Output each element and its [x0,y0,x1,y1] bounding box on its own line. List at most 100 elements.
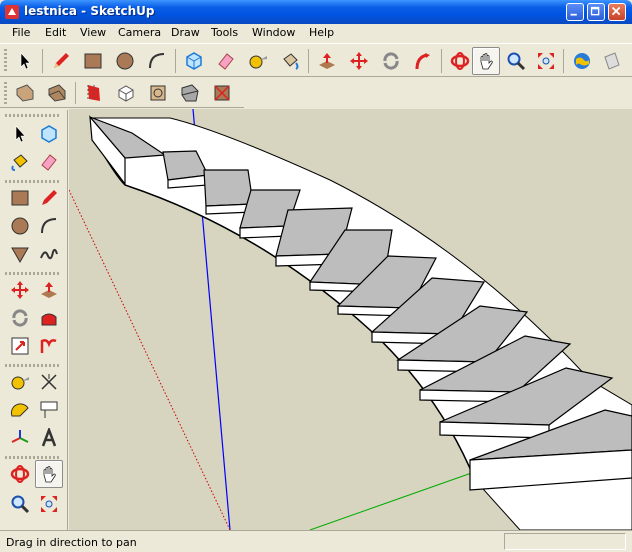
front-view-icon [214,85,230,101]
make-component-button[interactable] [180,47,208,75]
wireframe-style-button[interactable] [43,79,71,107]
rotate-tool-button[interactable] [377,47,405,75]
green-axis [309,469,481,530]
zoom-icon [507,52,526,71]
make-component-button[interactable] [35,120,63,148]
menu-draw[interactable]: Draw [171,26,200,39]
minimize-button[interactable] [566,3,584,21]
eraser-tool-button[interactable] [212,47,240,75]
menu-help[interactable]: Help [309,26,334,39]
offset-icon [40,339,57,353]
circle-tool-button[interactable] [111,47,139,75]
close-button[interactable] [608,3,626,21]
dimension-tool-button[interactable] [35,368,63,396]
freehand-icon [40,248,58,260]
follow-me-button[interactable] [35,304,63,332]
orbit-icon [10,465,30,483]
toolbar-separator [42,49,43,73]
palette-grip[interactable] [5,180,61,183]
rectangle-tool-button[interactable] [79,47,107,75]
select-tool-button[interactable] [11,47,39,75]
toolbar-separator [75,82,76,104]
orbit-tool-button[interactable] [6,460,34,488]
toolbar-separator [175,49,176,73]
menu-edit[interactable]: Edit [45,26,66,39]
zoom-extents-button[interactable] [532,47,560,75]
arc-tool-button[interactable] [35,212,63,240]
pan-tool-button[interactable] [472,47,500,75]
dimension-icon [41,374,57,390]
title-bar[interactable]: lestnica - SketchUp [0,0,632,24]
arc-tool-button[interactable] [143,47,171,75]
orbit-tool-button[interactable] [446,47,474,75]
palette-grip[interactable] [5,272,61,275]
rectangle-icon [11,190,29,206]
move-tool-button[interactable] [345,47,373,75]
tool-palette [0,110,68,530]
zoom-window-button[interactable] [35,490,63,518]
protractor-tool-button[interactable] [6,396,34,424]
measurements-box[interactable] [504,533,626,550]
follow-me-button[interactable] [409,47,437,75]
window-title: lestnica - SketchUp [24,4,155,18]
toolbar-separator [441,49,442,73]
shaded-texture-style-button[interactable] [144,79,172,107]
zoom-tool-button[interactable] [6,490,34,518]
palette-grip[interactable] [5,456,61,459]
tape-measure-button[interactable] [6,368,34,396]
shaded-icon [118,85,134,102]
menu-tools[interactable]: Tools [211,26,238,39]
rectangle-tool-button[interactable] [6,184,34,212]
red-axis [69,189,231,530]
status-message: Drag in direction to pan [6,536,137,549]
pencil-tool-button[interactable] [47,47,75,75]
circle-tool-button[interactable] [6,212,34,240]
front-view-button[interactable] [208,79,236,107]
tape-measure-button[interactable] [244,47,272,75]
hidden-line-style-button[interactable] [80,79,108,107]
select-tool-button[interactable] [6,120,34,148]
paint-bucket-button[interactable] [276,47,304,75]
google-earth-button[interactable] [568,47,596,75]
palette-grip[interactable] [5,364,61,367]
menu-camera[interactable]: Camera [118,26,161,39]
menu-file[interactable]: File [12,26,30,39]
polygon-icon [11,247,29,264]
tape-measure-icon [249,55,267,69]
palette-grip[interactable] [5,114,61,117]
make-component-icon [41,125,57,143]
paint-bucket-button[interactable] [6,148,34,176]
text-tool-button[interactable] [35,396,63,424]
push-pull-button[interactable] [35,276,63,304]
menu-window[interactable]: Window [252,26,295,39]
shaded-style-button[interactable] [112,79,140,107]
offset-tool-button[interactable] [35,332,63,360]
axes-tool-button[interactable] [6,424,34,452]
move-tool-button[interactable] [6,276,34,304]
menu-view[interactable]: View [80,26,106,39]
zoom-window-icon [41,496,57,512]
menu-bar: File Edit View Camera Draw Tools Window … [0,24,632,42]
push-pull-button[interactable] [313,47,341,75]
polygon-tool-button[interactable] [6,240,34,268]
3d-text-icon [41,428,57,447]
circle-icon [116,52,134,70]
maximize-button[interactable] [587,3,605,21]
eraser-tool-button[interactable] [35,148,63,176]
freehand-tool-button[interactable] [35,240,63,268]
move-icon [11,281,29,299]
monochrome-style-button[interactable] [176,79,204,107]
rotate-tool-button[interactable] [6,304,34,332]
pencil-tool-button[interactable] [35,184,63,212]
zoom-tool-button[interactable] [502,47,530,75]
toolbar-grip[interactable] [4,82,7,104]
get-models-button[interactable] [598,47,626,75]
toolbar-grip[interactable] [4,49,7,73]
scale-tool-button[interactable] [6,332,34,360]
tape-measure-icon [11,376,29,390]
pan-tool-button[interactable] [35,460,63,488]
xray-style-button[interactable] [11,79,39,107]
eraser-icon [41,154,57,171]
3d-text-tool-button[interactable] [35,424,63,452]
model-viewport[interactable] [69,109,632,530]
